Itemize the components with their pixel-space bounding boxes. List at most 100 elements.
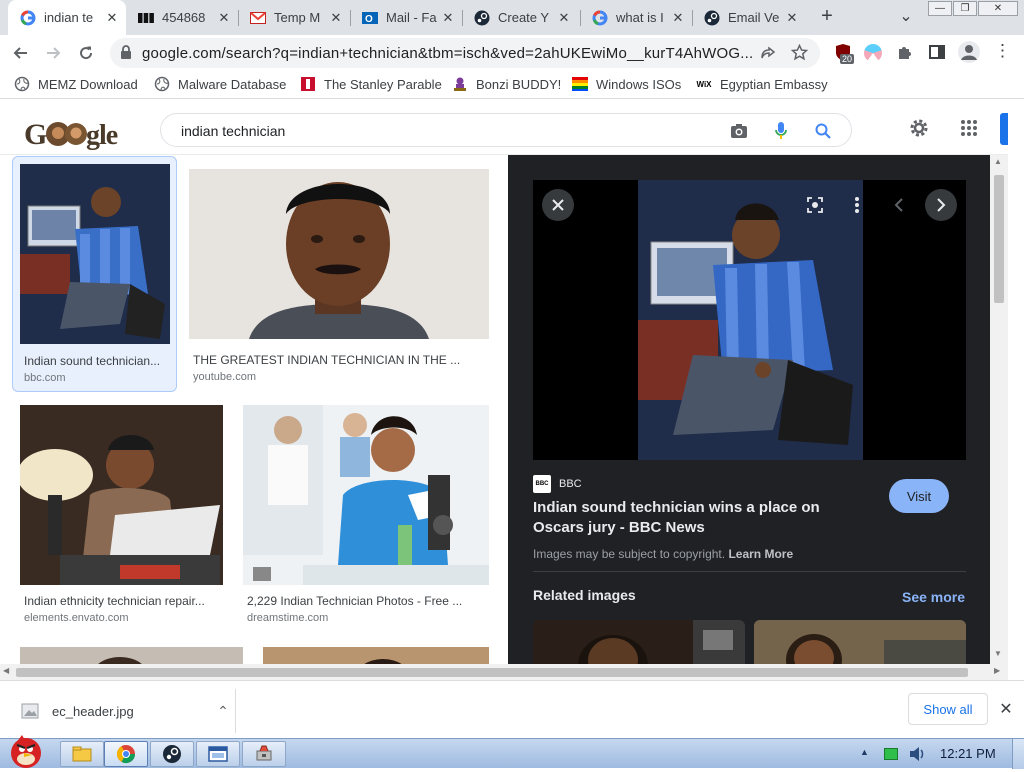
close-tab-icon[interactable]: ✕ bbox=[104, 10, 120, 26]
result-image[interactable] bbox=[20, 405, 223, 585]
close-tab-icon[interactable]: ✕ bbox=[556, 10, 572, 26]
tab-title: what is I bbox=[616, 10, 664, 25]
result-image[interactable] bbox=[243, 405, 489, 585]
search-icon[interactable] bbox=[813, 121, 833, 141]
close-tab-icon[interactable]: ✕ bbox=[216, 10, 232, 26]
scroll-up-arrow-icon[interactable]: ▲ bbox=[994, 157, 1002, 166]
tab-temp-mail[interactable]: Temp M ✕ bbox=[238, 0, 350, 35]
bookmark-label: MEMZ Download bbox=[38, 76, 138, 92]
preview-image[interactable] bbox=[533, 180, 966, 460]
search-input[interactable]: indian technician bbox=[181, 123, 285, 139]
previous-image-button[interactable] bbox=[883, 189, 915, 221]
bookmark-star-icon[interactable] bbox=[790, 43, 809, 64]
result-title[interactable]: 2,229 Indian Technician Photos - Free ..… bbox=[247, 594, 487, 608]
bookmark-malware-db[interactable]: Malware Database bbox=[154, 76, 286, 92]
taskbar-steam[interactable] bbox=[150, 741, 194, 767]
taskbar-window[interactable] bbox=[196, 741, 240, 767]
steam-icon bbox=[163, 745, 181, 763]
bookmark-stanley-parable[interactable]: The Stanley Parable bbox=[300, 76, 442, 92]
result-card[interactable]: THE GREATEST INDIAN TECHNICIAN IN THE ..… bbox=[189, 169, 489, 393]
show-all-button[interactable]: Show all bbox=[908, 693, 988, 725]
close-window-button[interactable]: ✕ bbox=[978, 1, 1018, 16]
start-button[interactable] bbox=[2, 731, 52, 769]
tab-google-search[interactable]: indian te ✕ bbox=[8, 0, 126, 35]
extensions-puzzle-icon[interactable] bbox=[896, 43, 914, 64]
result-title[interactable]: Indian ethnicity technician repair... bbox=[24, 594, 220, 608]
chevron-right-icon bbox=[937, 198, 946, 212]
preview-title[interactable]: Indian sound technician wins a place on … bbox=[533, 498, 873, 538]
taskbar-app[interactable] bbox=[242, 741, 286, 767]
scrollbar-thumb[interactable] bbox=[994, 175, 1004, 303]
tab-steam-email[interactable]: Email Ve ✕ bbox=[692, 0, 806, 35]
settings-gear-icon[interactable] bbox=[908, 117, 930, 142]
result-card[interactable]: 2,229 Indian Technician Photos - Free ..… bbox=[243, 405, 489, 629]
result-title[interactable]: Indian sound technician... bbox=[24, 354, 172, 368]
tab-search-button[interactable]: ⌄ bbox=[896, 6, 916, 28]
bookmark-memz[interactable]: MEMZ Download bbox=[14, 76, 138, 92]
result-image[interactable] bbox=[20, 164, 170, 344]
scrollbar-thumb[interactable] bbox=[16, 668, 968, 677]
google-doodle-logo[interactable]: G gle bbox=[24, 114, 120, 162]
close-tab-icon[interactable]: ✕ bbox=[670, 10, 686, 26]
taskbar-explorer[interactable] bbox=[60, 741, 104, 767]
volume-icon[interactable] bbox=[908, 746, 926, 765]
learn-more-link[interactable]: Learn More bbox=[728, 547, 793, 561]
apps-grid-icon[interactable] bbox=[960, 119, 978, 140]
profile-extension-icon[interactable] bbox=[864, 44, 882, 62]
avatar[interactable] bbox=[958, 41, 980, 63]
side-panel-icon[interactable] bbox=[928, 43, 946, 64]
bookmark-label: Malware Database bbox=[178, 76, 287, 92]
lens-search-button[interactable] bbox=[799, 189, 831, 221]
scroll-down-arrow-icon[interactable]: ▼ bbox=[994, 649, 1002, 658]
microphone-icon[interactable] bbox=[771, 121, 791, 141]
result-card[interactable]: Indian ethnicity technician repair... el… bbox=[20, 405, 223, 629]
horizontal-scrollbar[interactable]: ◀ ▶ bbox=[0, 664, 1008, 680]
new-tab-button[interactable]: + bbox=[816, 6, 838, 28]
next-image-button[interactable] bbox=[925, 189, 957, 221]
show-desktop-button[interactable] bbox=[1012, 739, 1024, 769]
address-bar[interactable]: google.com/search?q=indian+technician&tb… bbox=[110, 38, 820, 68]
result-title[interactable]: THE GREATEST INDIAN TECHNICIAN IN THE ..… bbox=[193, 353, 489, 367]
tab-steam-create[interactable]: Create Y ✕ bbox=[462, 0, 578, 35]
source-row[interactable]: BBC BBC bbox=[533, 475, 582, 493]
close-tab-icon[interactable]: ✕ bbox=[784, 10, 800, 26]
kebab-menu-icon[interactable]: ⋮ bbox=[994, 41, 1011, 63]
close-tab-icon[interactable]: ✕ bbox=[328, 10, 344, 26]
vertical-scrollbar[interactable]: ▲ ▼ bbox=[990, 155, 1008, 679]
bookmark-bonzi-buddy[interactable]: Bonzi BUDDY! bbox=[452, 76, 561, 92]
share-icon[interactable] bbox=[760, 45, 776, 64]
more-options-button[interactable] bbox=[841, 189, 873, 221]
bookmark-windows-isos[interactable]: Windows ISOs bbox=[572, 76, 681, 92]
back-button[interactable] bbox=[8, 40, 34, 66]
see-more-link[interactable]: See more bbox=[902, 589, 965, 605]
close-tab-icon[interactable]: ✕ bbox=[440, 10, 456, 26]
result-card-selected[interactable]: Indian sound technician... bbc.com bbox=[12, 156, 177, 392]
tab-bbc[interactable]: 454868 ✕ bbox=[126, 0, 238, 35]
forward-button[interactable] bbox=[40, 40, 66, 66]
scroll-right-arrow-icon[interactable]: ▶ bbox=[994, 666, 1000, 675]
tab-outlook-mail[interactable]: O Mail - Fa ✕ bbox=[350, 0, 462, 35]
show-hidden-icons-icon[interactable]: ▲ bbox=[860, 747, 869, 757]
download-item[interactable]: ec_header.jpg ⌃ bbox=[10, 689, 236, 733]
bookmark-egyptian-embassy[interactable]: WiX Egyptian Embassy bbox=[696, 76, 827, 92]
lens-icon bbox=[807, 197, 823, 213]
lock-icon[interactable] bbox=[120, 45, 132, 63]
result-image[interactable] bbox=[189, 169, 489, 339]
close-preview-button[interactable] bbox=[542, 189, 574, 221]
ublock-extension-icon[interactable]: 20 bbox=[834, 43, 855, 64]
taskbar-clock[interactable]: 12:21 PM bbox=[940, 746, 996, 761]
network-icon[interactable] bbox=[884, 748, 898, 760]
search-box[interactable]: indian technician bbox=[160, 113, 852, 147]
camera-icon[interactable] bbox=[729, 121, 749, 141]
scroll-left-arrow-icon[interactable]: ◀ bbox=[3, 666, 9, 675]
chevron-up-icon[interactable]: ⌃ bbox=[211, 703, 235, 720]
minimize-button[interactable]: — bbox=[928, 1, 952, 16]
sign-in-button-edge[interactable] bbox=[1000, 113, 1008, 145]
close-download-shelf-icon[interactable]: ✕ bbox=[996, 699, 1016, 719]
taskbar-chrome[interactable] bbox=[104, 741, 148, 767]
visit-button[interactable]: Visit bbox=[889, 479, 949, 513]
reload-button[interactable] bbox=[73, 40, 99, 66]
restore-button[interactable]: ❐ bbox=[953, 1, 977, 16]
tab-google-what-is[interactable]: what is I ✕ bbox=[580, 0, 692, 35]
bookmark-label: The Stanley Parable bbox=[324, 76, 442, 92]
